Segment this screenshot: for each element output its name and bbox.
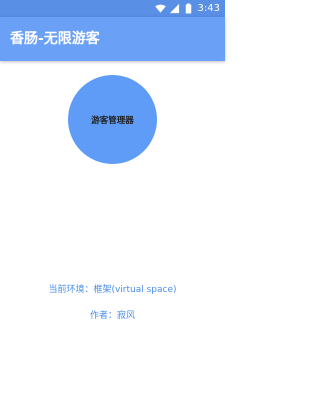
status-icons: 3:43 [154,2,220,15]
app-bar: 香肠-无限游客 [0,17,225,61]
guest-manager-button[interactable]: 游客管理器 [68,75,157,164]
status-bar: 3:43 [0,0,225,17]
environment-info: 当前环境：框架(virtual space) [48,285,177,295]
cellular-signal-icon [169,3,179,14]
status-time: 3:43 [197,3,220,14]
battery-icon [185,3,191,14]
author-info: 作者：寂风 [89,311,135,321]
wifi-icon [154,4,166,13]
guest-manager-button-label: 游客管理器 [91,115,134,126]
app-title: 香肠-无限游客 [10,31,100,47]
